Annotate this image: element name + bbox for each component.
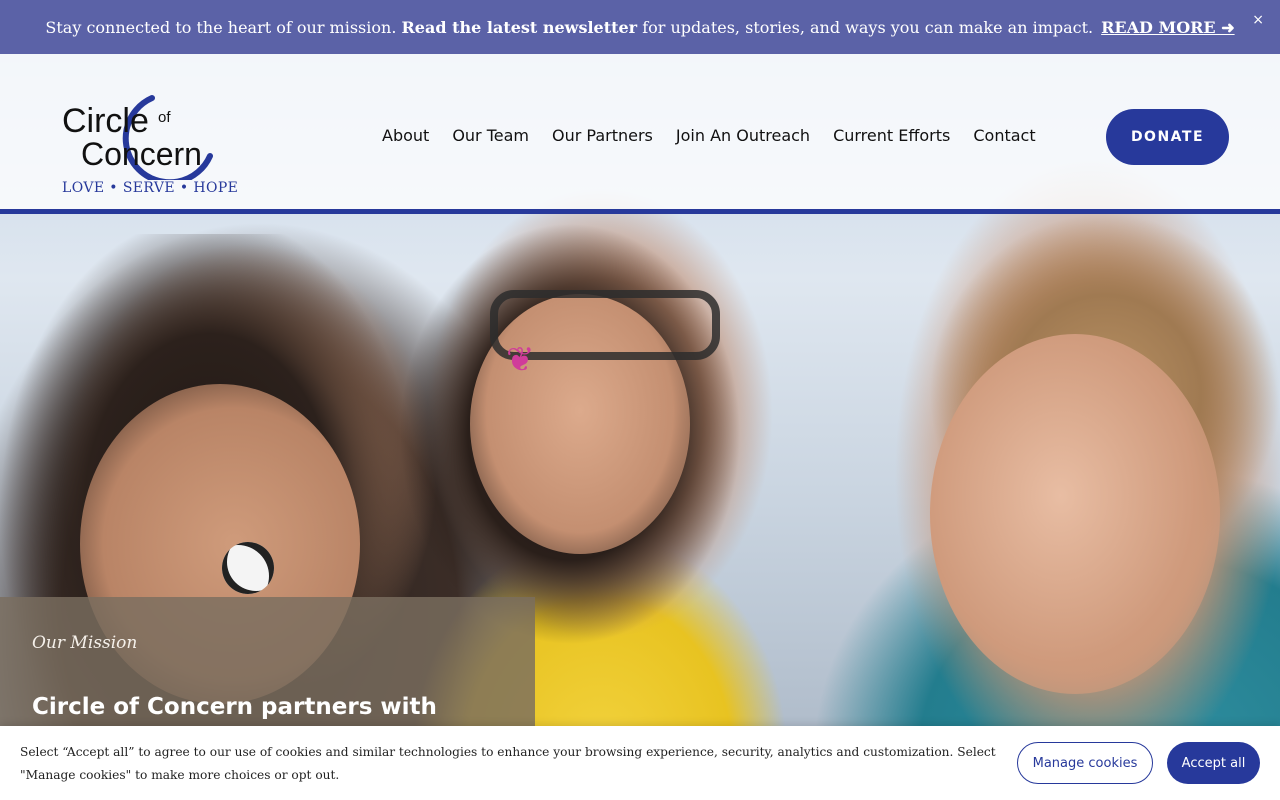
- close-icon[interactable]: ×: [1252, 12, 1264, 28]
- announcement-bar: Stay connected to the heart of our missi…: [0, 0, 1280, 54]
- nav-item-our-team[interactable]: Our Team: [452, 126, 529, 145]
- announcement-text-before: Stay connected to the heart of our missi…: [45, 17, 397, 37]
- logo-tagline: LOVE • SERVE • HOPE: [62, 180, 239, 196]
- cookie-message: Select “Accept all” to agree to our use …: [20, 745, 996, 782]
- hero-photo-butterfly-icon: ❦: [506, 340, 535, 380]
- nav-item-join-an-outreach[interactable]: Join An Outreach: [676, 126, 810, 145]
- cookie-banner: Select “Accept all” to agree to our use …: [0, 726, 1280, 800]
- nav-item-about[interactable]: About: [382, 126, 429, 145]
- site-header: Circle of Concern LOVE • SERVE • HOPE Ab…: [0, 54, 1280, 214]
- main-nav: About Our Team Our Partners Join An Outr…: [382, 126, 1036, 145]
- mission-eyebrow: Our Mission: [32, 633, 138, 653]
- read-more-link[interactable]: READ MORE ➜: [1101, 18, 1234, 37]
- mission-headline: Circle of Concern partners with: [32, 694, 437, 720]
- logo-line2: Concern: [81, 136, 202, 172]
- announcement-text-bold: Read the latest newsletter: [401, 17, 638, 37]
- announcement-text-after: for updates, stories, and ways you can m…: [642, 17, 1094, 37]
- logo-line1-small: of: [158, 109, 171, 126]
- hero-photo-volunteer-face: [930, 334, 1220, 694]
- nav-item-current-efforts[interactable]: Current Efforts: [833, 126, 950, 145]
- accept-all-button[interactable]: Accept all: [1167, 742, 1260, 784]
- manage-cookies-button[interactable]: Manage cookies: [1017, 742, 1153, 784]
- logo-mark: Circle of Concern: [62, 95, 213, 186]
- nav-item-contact[interactable]: Contact: [973, 126, 1035, 145]
- hero-photo-face-sticker: [222, 542, 274, 594]
- announcement-text: Stay connected to the heart of our missi…: [45, 18, 1093, 37]
- logo-line1: Circle: [62, 102, 149, 140]
- nav-item-our-partners[interactable]: Our Partners: [552, 126, 653, 145]
- logo[interactable]: Circle of Concern LOVE • SERVE • HOPE: [62, 90, 239, 202]
- donate-button[interactable]: DONATE: [1106, 109, 1229, 165]
